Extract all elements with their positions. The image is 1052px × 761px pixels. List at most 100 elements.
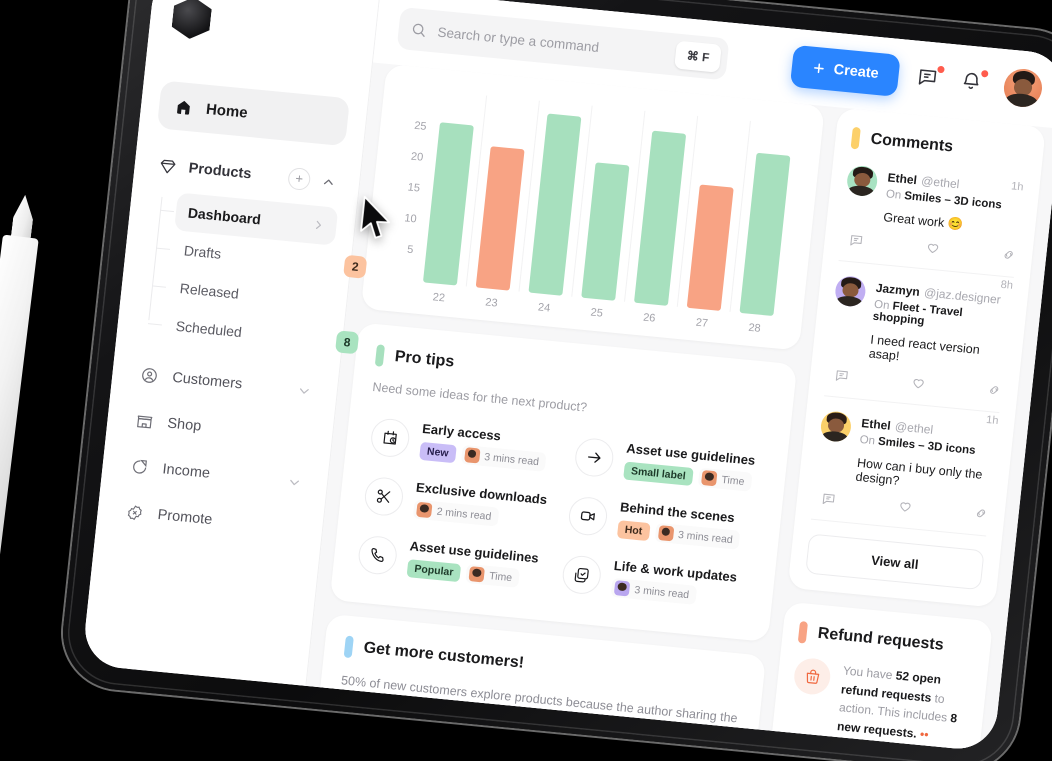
pro-tip-avatar — [463, 447, 481, 464]
search-input[interactable]: Search or type a command ⌘ F — [396, 6, 730, 81]
sidebar-item-home[interactable]: Home — [156, 80, 351, 147]
plus-icon — [811, 61, 826, 76]
pro-tips-title: Pro tips — [393, 348, 456, 371]
app-logo-icon[interactable] — [171, 0, 213, 41]
comment-item[interactable]: 8h Jazmyn @jaz.designer On Fleet - Travel … — [824, 261, 1014, 414]
twitter-button[interactable]: Twitter — [468, 736, 598, 753]
comment-item[interactable]: 1h Ethel @ethel On Smiles – 3D icons How ca… — [810, 396, 1000, 537]
chart-card: 5 10 15 20 25 22 23 24 25 26 27 28 — [360, 63, 825, 351]
comment-text: How can i buy only the design? — [854, 455, 984, 488]
chart-bar[interactable] — [686, 184, 734, 311]
pro-tips-card: Pro tips Need some ideas for the next pr… — [329, 322, 798, 642]
reply-icon[interactable] — [848, 232, 865, 248]
pro-tip-pill: Popular — [406, 558, 462, 582]
like-icon[interactable] — [897, 498, 914, 514]
comment-time: 1h — [1010, 180, 1025, 194]
reply-icon[interactable] — [834, 367, 851, 383]
refund-card: Refund requests You have 52 open refund … — [764, 601, 994, 753]
sidebar-item-label: Customers — [171, 369, 244, 393]
stylus-body — [0, 234, 39, 724]
pie-chart-icon — [130, 457, 150, 477]
accent-bar — [797, 621, 809, 644]
search-placeholder: Search or type a command — [436, 24, 600, 55]
pro-tip-read-time: 3 mins read — [460, 444, 547, 472]
sidebar-sub-label: Scheduled — [175, 317, 243, 341]
pro-tip-read-time: 3 mins read — [654, 522, 741, 550]
comment-avatar — [845, 164, 879, 198]
refund-body: You have 52 open refund requests to acti… — [788, 656, 971, 748]
pro-tip-avatar — [468, 566, 486, 583]
bar-chart: 5 10 15 20 25 — [384, 88, 803, 317]
user-avatar[interactable] — [1002, 67, 1044, 109]
facebook-label: Facebook — [377, 740, 440, 753]
chart-bar[interactable] — [739, 152, 791, 317]
view-all-button[interactable]: View all — [805, 533, 985, 591]
create-label: Create — [832, 61, 880, 83]
create-button[interactable]: Create — [789, 44, 901, 97]
chart-bar[interactable] — [581, 162, 630, 301]
accent-bar — [343, 635, 354, 659]
chart-y-tick: 25 — [413, 119, 428, 134]
refund-text-post: •• — [916, 726, 930, 742]
chart-bar[interactable] — [633, 130, 687, 306]
refund-header: Refund requests — [797, 621, 976, 660]
chart-y-tick: 20 — [410, 150, 424, 164]
pro-tip-pill: Hot — [616, 519, 651, 541]
link-icon[interactable] — [986, 382, 1003, 398]
sidebar-item-label: Shop — [166, 415, 203, 435]
message-icon[interactable] — [915, 64, 946, 93]
comment-avatar — [833, 274, 867, 308]
comment-item[interactable]: 1h Ethel @ethel On Smiles – 3D icons Great … — [838, 162, 1025, 278]
like-icon[interactable] — [924, 239, 941, 255]
chart-y-tick: 10 — [403, 212, 418, 226]
arrow-right-icon — [573, 436, 616, 478]
refund-title: Refund requests — [816, 624, 945, 654]
sidebar-sub-label: Released — [179, 280, 240, 302]
search-icon — [410, 21, 428, 38]
video-icon — [567, 494, 609, 537]
sidebar-sub-label: Drafts — [183, 242, 223, 262]
link-icon[interactable] — [1000, 247, 1017, 263]
chart-bar[interactable] — [422, 122, 474, 286]
bell-badge-dot — [979, 68, 990, 79]
tablet-device: Home Products + Dashboard Drafts 2 Relea… — [57, 0, 1052, 761]
chart-x-tick: 23 — [484, 296, 499, 310]
sidebar-sub-label: Dashboard — [187, 204, 262, 228]
chevron-down-icon[interactable] — [297, 383, 311, 397]
user-circle-icon — [140, 366, 160, 386]
sidebar-item-label: Income — [161, 461, 211, 482]
stylus-pen — [0, 193, 44, 724]
pro-tips-grid: Early access New 3 mins read Asset use guid… — [352, 408, 769, 618]
stack-check-icon — [560, 553, 603, 596]
accent-bar — [850, 126, 861, 150]
chart-y-tick: 5 — [406, 243, 414, 257]
chart-y-tick: 15 — [407, 181, 421, 195]
promote-icon — [125, 503, 145, 523]
pro-tip-read-time: 3 mins read — [610, 577, 698, 605]
sidebar-sub-list: Dashboard Drafts 2 Released Scheduled 8 — [146, 191, 368, 359]
link-icon[interactable] — [973, 505, 990, 521]
add-product-button[interactable]: + — [287, 166, 312, 191]
pro-tip-avatar — [657, 525, 674, 542]
store-icon — [135, 411, 155, 431]
chart-x-tick: 26 — [642, 311, 656, 325]
chevron-up-icon[interactable] — [321, 175, 335, 189]
instagram-button[interactable]: Instagram — [605, 750, 735, 753]
reply-icon[interactable] — [820, 491, 837, 507]
chart-bar[interactable] — [475, 145, 525, 291]
chart-x-tick: 27 — [695, 316, 709, 330]
facebook-button[interactable]: Facebook — [332, 723, 462, 753]
chart-x-tick: 24 — [537, 301, 551, 315]
like-icon[interactable] — [910, 375, 927, 391]
accent-bar — [374, 344, 386, 367]
home-icon — [174, 97, 193, 116]
comments-title: Comments — [869, 130, 954, 156]
basket-icon — [792, 656, 833, 697]
pro-tip-pill: New — [419, 441, 457, 463]
pro-tip-pill: Small label — [623, 461, 694, 486]
chevron-down-icon[interactable] — [287, 475, 301, 489]
comment-time: 1h — [985, 413, 1000, 428]
message-badge-dot — [936, 64, 946, 75]
bell-icon[interactable] — [959, 68, 990, 97]
comment-avatar — [819, 410, 853, 443]
